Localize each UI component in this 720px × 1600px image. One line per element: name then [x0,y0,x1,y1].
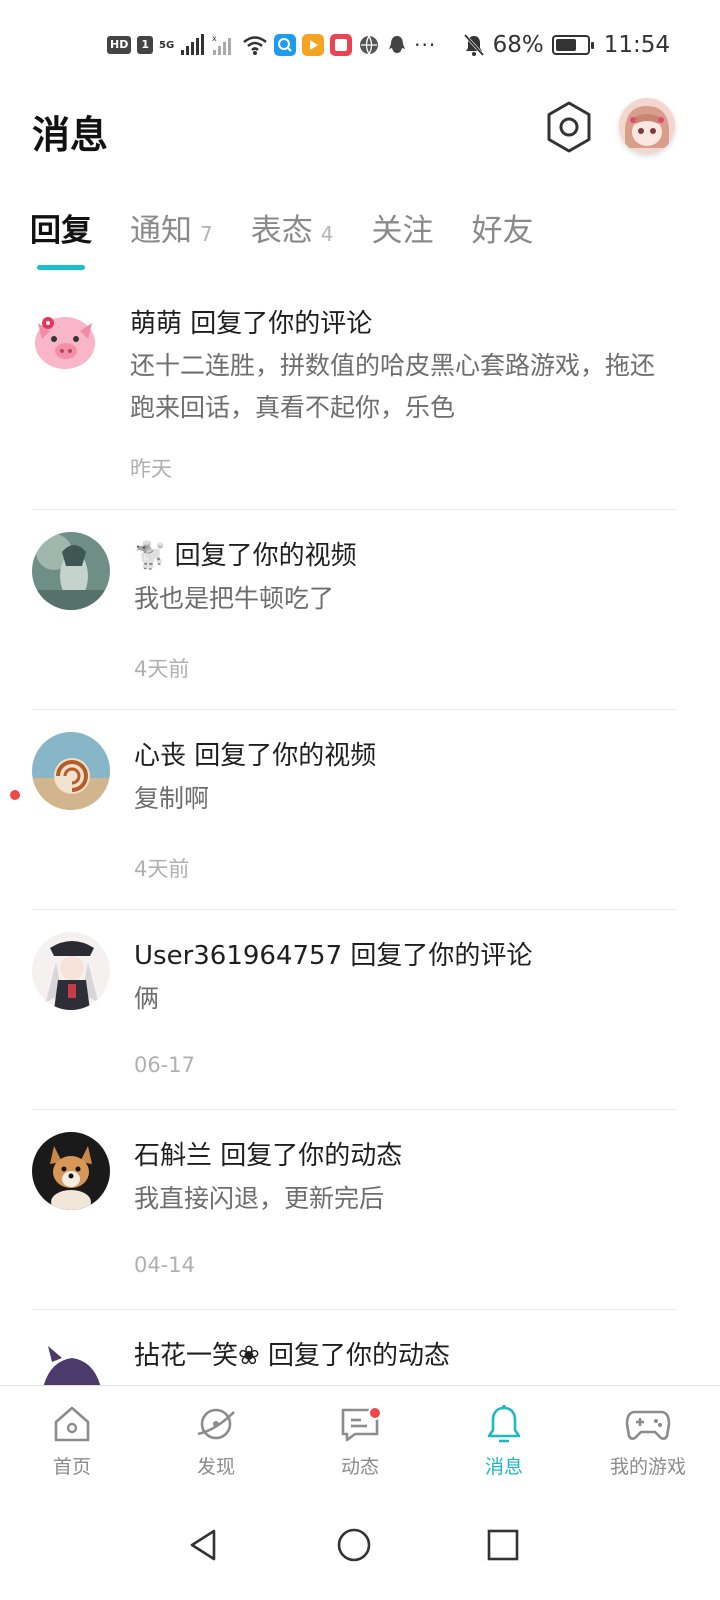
page-title: 消息 [32,113,109,157]
system-navigation-bar [0,1491,720,1600]
recents-button[interactable] [486,1527,520,1567]
home-circle-icon [337,1528,371,1562]
planet-icon [197,1408,235,1440]
message-item[interactable]: 萌萌 回复了你的评论 还十二连胜，拼数值的哈皮黑心套路游戏，拖还跑来回话，真看不… [0,295,720,510]
green-ink-avatar-image [32,532,110,610]
avatar[interactable] [32,1332,110,1385]
back-triangle-icon [190,1529,216,1561]
tab-follow[interactable]: 关注 [371,205,433,250]
nav-label: 动态 [340,1456,379,1478]
message-body: 我也是把牛顿吃了 [134,584,335,613]
back-button[interactable] [186,1527,220,1567]
avatar[interactable] [24,299,106,381]
home-icon [54,1406,90,1442]
tab-count: 4 [320,222,334,246]
bottom-navigation: 首页 发现 动态 消息 我的游戏 [0,1385,720,1491]
profile-avatar[interactable] [619,98,675,154]
network-type: 5G [159,39,175,51]
tab-label: 回复 [30,213,92,249]
settings-hexagon-icon [547,101,591,153]
nav-my-games[interactable]: 我的游戏 [576,1386,720,1492]
signal-icon [181,34,205,55]
avatar[interactable] [32,1132,110,1210]
wifi-icon [243,36,267,55]
message-time: 4天前 [134,657,190,681]
nav-label: 消息 [484,1456,523,1478]
recents-square-icon [487,1529,519,1561]
tab-label: 通知 [130,213,192,249]
message-time: 昨天 [130,457,172,481]
tab-reply[interactable]: 回复 [30,205,92,270]
message-item[interactable]: 拈花一笑❀ 回复了你的动态 [0,1310,720,1385]
anime-captain-avatar-image [32,932,110,1010]
status-bar: HD 1 5G x ··· 68% 11:54 [0,0,720,90]
hd-indicator: HD [107,36,132,54]
message-title: User361964757 回复了你的评论 [134,941,533,971]
message-item[interactable]: User361964757 回复了你的评论 俩 06-17 [0,910,720,1110]
search-app-icon [274,34,297,56]
nav-label: 首页 [52,1456,91,1478]
svg-text:x: x [212,34,217,43]
avatar[interactable] [32,532,110,610]
active-tab-indicator [37,265,85,270]
status-right: 68% 11:54 [463,30,670,60]
message-list: 萌萌 回复了你的评论 还十二连胜，拼数值的哈皮黑心套路游戏，拖还跑来回话，真看不… [0,295,720,1385]
video-app-icon [302,34,325,56]
avatar[interactable] [32,932,110,1010]
gamepad-icon [625,1410,671,1440]
nav-home[interactable]: 首页 [0,1386,144,1492]
battery-icon [551,35,594,55]
message-time: 04-14 [134,1253,196,1277]
tab-label: 好友 [471,213,534,249]
message-time: 4天前 [134,857,190,881]
corgi-avatar-image [32,1132,110,1210]
nav-label: 发现 [196,1456,235,1478]
tab-notification[interactable]: 通知 7 [130,205,213,250]
status-left: HD 1 5G x ··· [107,30,436,60]
globe-app-icon [360,35,379,55]
nav-label: 我的游戏 [609,1456,686,1478]
message-title: 拈花一笑❀ 回复了你的动态 [134,1341,451,1371]
nav-feed[interactable]: 动态 [288,1386,432,1492]
mute-bell-icon [463,33,484,57]
battery-percent: 68% [492,32,544,58]
unread-dot [10,790,20,800]
bell-icon [487,1405,521,1443]
nav-messages[interactable]: 消息 [432,1386,576,1492]
pig-avatar-image [35,317,95,369]
message-title: 石斛兰 回复了你的动态 [134,1141,403,1171]
sim-indicator: 1 [137,36,153,54]
tab-label: 关注 [371,213,434,249]
anime-girl-avatar-image [619,98,675,154]
message-title: 心丧 回复了你的视频 [134,741,377,771]
message-item[interactable]: 石斛兰 回复了你的动态 我直接闪退，更新完后 04-14 [0,1110,720,1310]
signal-secondary-icon: x [212,34,232,55]
message-body: 还十二连胜，拼数值的哈皮黑心套路游戏，拖还跑来回话，真看不起你，乐色 [130,351,656,422]
message-item[interactable]: 心丧 回复了你的视频 复制啊 4天前 [0,710,720,910]
home-button[interactable] [336,1527,372,1567]
tab-reaction[interactable]: 表态 4 [251,205,334,250]
message-time: 06-17 [134,1053,196,1077]
more-notifications: ··· [414,33,437,57]
purple-hair-avatar-image [32,1332,110,1385]
message-body: 复制啊 [134,784,210,813]
settings-button[interactable] [545,100,593,154]
message-body: 我直接闪退，更新完后 [134,1184,385,1213]
message-item[interactable]: 🐩 回复了你的视频 我也是把牛顿吃了 4天前 [0,510,720,710]
tab-count: 7 [200,222,213,246]
message-title: 萌萌 回复了你的评论 [130,309,373,339]
battery-level [555,39,576,51]
avatar[interactable] [32,732,110,810]
nav-discover[interactable]: 发现 [144,1386,288,1492]
nautilus-shell-avatar-image [32,732,110,810]
clock: 11:54 [603,32,670,58]
message-tabs: 回复 通知 7 表态 4 关注 好友 [30,205,571,275]
message-body: 俩 [134,984,160,1013]
red-app-icon [330,34,353,56]
tab-friends[interactable]: 好友 [471,205,533,250]
tab-label: 表态 [250,213,313,249]
message-title: 🐩 回复了你的视频 [134,541,357,571]
nav-badge-dot [368,1406,382,1420]
qq-icon [389,36,406,53]
